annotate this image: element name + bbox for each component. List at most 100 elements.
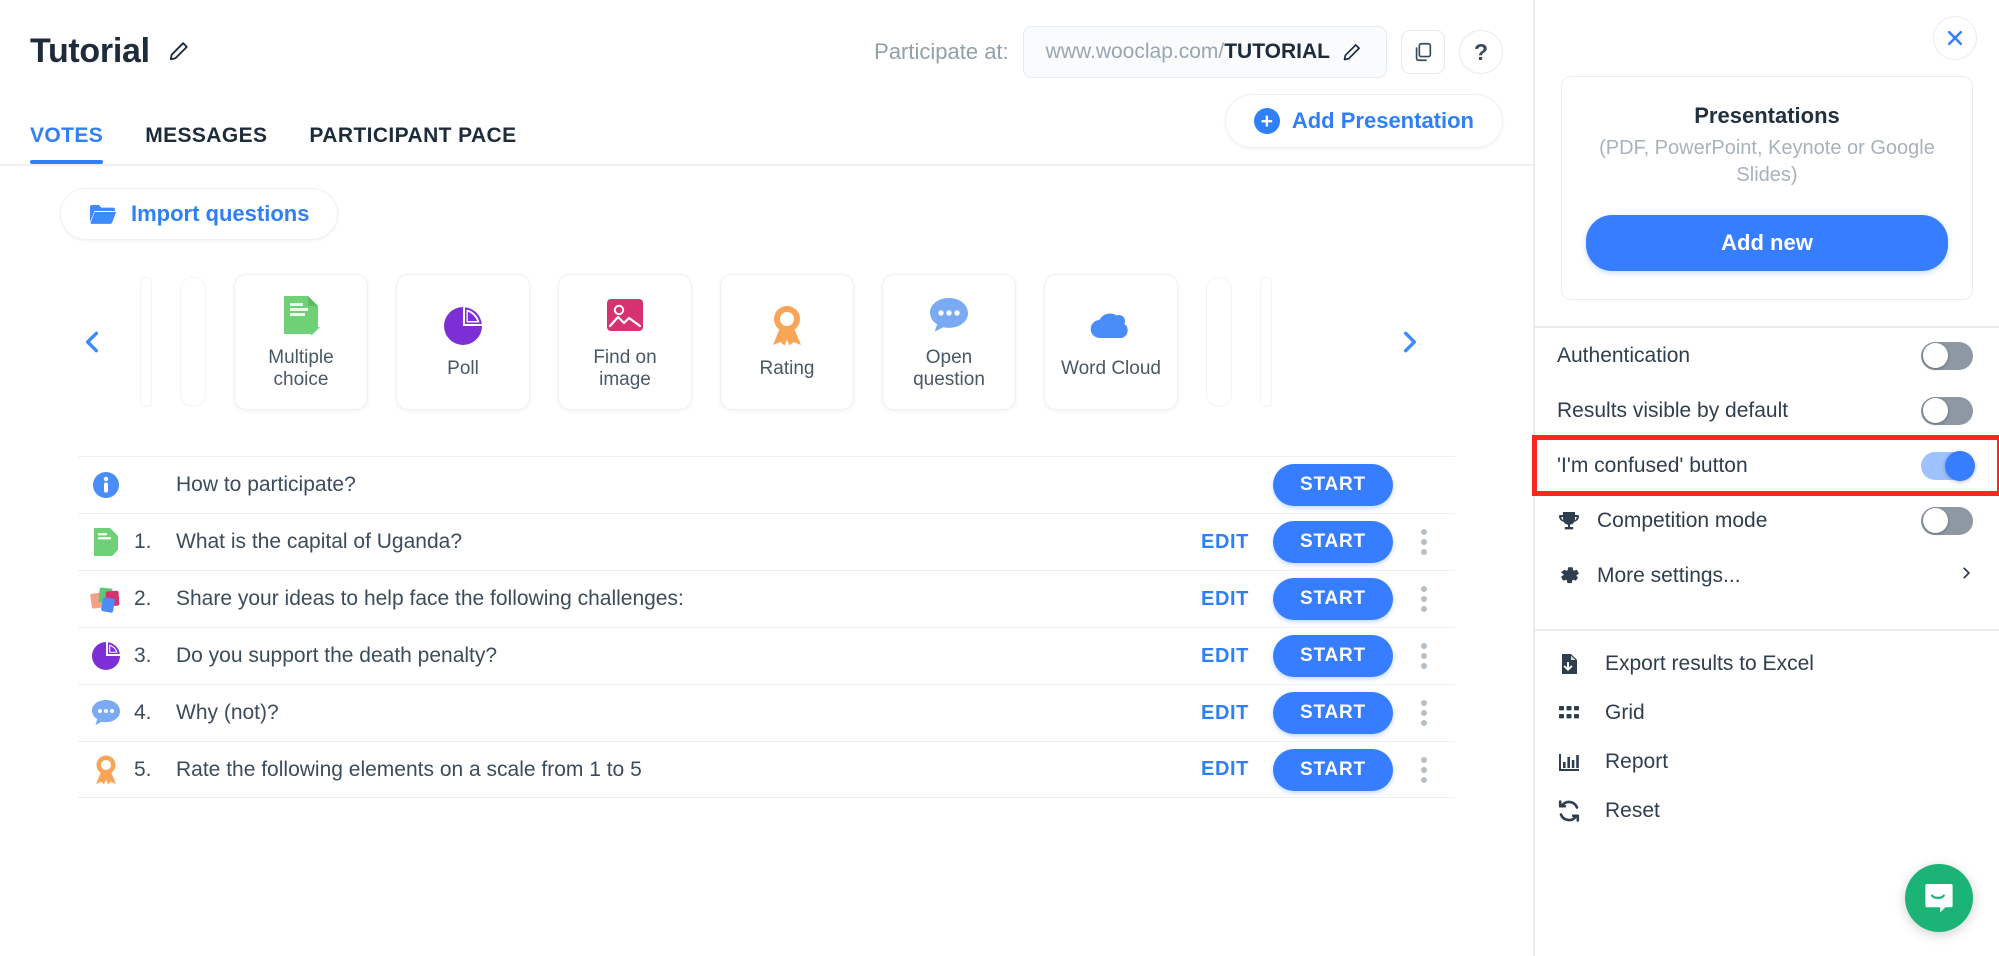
setting-row-more-settings[interactable]: More settings... xyxy=(1535,548,1999,603)
row-edit-link[interactable]: EDIT xyxy=(1177,702,1273,725)
question-type-label: Word Cloud xyxy=(1061,358,1161,380)
setting-row-authentication[interactable]: Authentication xyxy=(1535,328,1999,383)
right-settings-panel: Presentations (PDF, PowerPoint, Keynote … xyxy=(1532,0,1999,956)
multiple-choice-icon xyxy=(78,527,134,557)
question-type-label: Open question xyxy=(913,347,985,390)
add-presentation-button[interactable]: + Add Presentation xyxy=(1224,94,1503,148)
tab-participant-pace[interactable]: PARTICIPANT PACE xyxy=(309,124,516,164)
participate-url-box[interactable]: www.wooclap.com/TUTORIAL xyxy=(1022,26,1387,78)
main-panel: Tutorial Participate at: www.wooclap.com… xyxy=(0,0,1533,956)
carousel-next-button[interactable] xyxy=(1390,322,1430,362)
intercom-chat-button[interactable] xyxy=(1905,864,1973,932)
menu-item-grid[interactable]: Grid xyxy=(1535,688,1999,737)
question-type-label: Find on image xyxy=(593,347,657,390)
menu-item-report[interactable]: Report xyxy=(1535,737,1999,786)
add-new-presentation-button[interactable]: Add new xyxy=(1586,215,1948,271)
menu-item-reset[interactable]: Reset xyxy=(1535,786,1999,835)
row-edit-link[interactable]: EDIT xyxy=(1177,645,1273,668)
row-number: 2. xyxy=(134,587,152,610)
bar-chart-icon xyxy=(1557,750,1605,774)
carousel-ghost-card xyxy=(1206,277,1232,407)
row-menu-button[interactable] xyxy=(1393,700,1455,726)
grid-icon xyxy=(1557,701,1605,725)
setting-label: 'I'm confused' button xyxy=(1557,453,1748,477)
tab-messages[interactable]: MESSAGES xyxy=(145,124,267,164)
table-row[interactable]: 3. Do you support the death penalty? EDI… xyxy=(78,627,1455,684)
participate-label: Participate at: xyxy=(874,39,1009,64)
question-type-poll[interactable]: Poll xyxy=(396,274,530,410)
row-edit-link[interactable]: EDIT xyxy=(1177,531,1273,554)
edit-url-pencil-icon[interactable] xyxy=(1342,41,1364,63)
setting-row-competition-mode[interactable]: Competition mode xyxy=(1535,493,1999,548)
question-type-word-cloud[interactable]: Word Cloud xyxy=(1044,274,1178,410)
carousel-ghost-card xyxy=(1260,277,1272,407)
row-start-button[interactable]: START xyxy=(1273,464,1393,506)
tabs-row: VOTES MESSAGES PARTICIPANT PACE + Add Pr… xyxy=(0,78,1533,164)
participate-group: Participate at: www.wooclap.com/TUTORIAL xyxy=(874,26,1503,78)
setting-label: Results visible by default xyxy=(1557,398,1789,422)
table-row[interactable]: 1. What is the capital of Uganda? EDIT S… xyxy=(78,513,1455,570)
row-title: Rate the following elements on a scale f… xyxy=(176,757,642,781)
results-visible-toggle[interactable] xyxy=(1921,396,1973,425)
info-icon xyxy=(78,470,134,500)
row-menu-button[interactable] xyxy=(1393,529,1455,555)
participate-url: www.wooclap.com/TUTORIAL xyxy=(1046,40,1330,64)
folder-icon xyxy=(89,202,117,226)
row-number: 4. xyxy=(134,701,152,724)
row-title: What is the capital of Uganda? xyxy=(176,530,463,553)
intercom-chat-icon xyxy=(1925,884,1953,913)
menu-item-label: Export results to Excel xyxy=(1605,651,1814,675)
close-panel-button[interactable] xyxy=(1933,16,1977,60)
table-row[interactable]: 2. Share your ideas to help face the fol… xyxy=(78,570,1455,627)
row-menu-button[interactable] xyxy=(1393,586,1455,612)
top-bar: Tutorial Participate at: www.wooclap.com… xyxy=(0,0,1533,166)
setting-row-results-visible[interactable]: Results visible by default xyxy=(1535,383,1999,438)
presentations-subtitle: (PDF, PowerPoint, Keynote or Google Slid… xyxy=(1599,137,1935,186)
row-start-button[interactable]: START xyxy=(1273,748,1393,791)
table-row[interactable]: 5. Rate the following elements on a scal… xyxy=(78,741,1455,798)
row-title: Do you support the death penalty? xyxy=(176,644,498,667)
edit-title-pencil-icon[interactable] xyxy=(166,38,192,64)
content-area: Import questions Multiple choice Poll Fi… xyxy=(0,166,1533,798)
carousel-ghost-card xyxy=(140,277,152,407)
question-type-carousel: Multiple choice Poll Find on image Ratin… xyxy=(0,262,1533,422)
question-type-multiple-choice[interactable]: Multiple choice xyxy=(234,274,368,410)
question-type-open-question[interactable]: Open question xyxy=(882,274,1016,410)
row-start-button[interactable]: START xyxy=(1273,692,1393,734)
import-questions-button[interactable]: Import questions xyxy=(60,188,339,240)
row-edit-link[interactable]: EDIT xyxy=(1177,588,1273,611)
row-title: How to participate? xyxy=(176,473,356,496)
copy-link-button[interactable] xyxy=(1401,30,1445,74)
panel-menu: Export results to Excel Grid Report Rese… xyxy=(1535,631,1999,835)
question-type-rating[interactable]: Rating xyxy=(720,274,854,410)
word-cloud-icon xyxy=(1089,304,1133,348)
row-edit-link[interactable]: EDIT xyxy=(1177,758,1273,781)
table-row[interactable]: How to participate? START xyxy=(78,456,1455,513)
row-title: Why (not)? xyxy=(176,701,279,724)
row-start-button[interactable]: START xyxy=(1273,578,1393,620)
question-type-find-on-image[interactable]: Find on image xyxy=(558,274,692,410)
url-prefix: www.wooclap.com/ xyxy=(1045,40,1225,63)
row-number: 3. xyxy=(134,644,152,667)
question-list: How to participate? START 1. What is the… xyxy=(0,456,1533,798)
presentations-title: Presentations xyxy=(1694,103,1840,128)
row-menu-button[interactable] xyxy=(1393,643,1455,669)
question-type-label: Rating xyxy=(759,358,815,380)
table-row[interactable]: 4. Why (not)? EDIT START xyxy=(78,684,1455,741)
chevron-right-icon xyxy=(1959,563,1973,588)
setting-label: More settings... xyxy=(1597,563,1741,587)
trophy-icon xyxy=(1557,509,1597,533)
competition-mode-toggle[interactable] xyxy=(1921,506,1973,535)
help-button[interactable]: ? xyxy=(1459,30,1503,74)
row-number: 5. xyxy=(134,757,152,781)
row-menu-button[interactable] xyxy=(1393,756,1455,783)
carousel-ghost-card xyxy=(180,277,206,407)
im-confused-toggle[interactable] xyxy=(1921,450,1975,481)
menu-item-export-excel[interactable]: Export results to Excel xyxy=(1535,639,1999,688)
carousel-prev-button[interactable] xyxy=(72,322,112,362)
tab-votes[interactable]: VOTES xyxy=(30,124,104,164)
setting-row-im-confused[interactable]: 'I'm confused' button xyxy=(1532,435,1999,496)
row-start-button[interactable]: START xyxy=(1273,635,1393,677)
authentication-toggle[interactable] xyxy=(1921,341,1973,370)
row-start-button[interactable]: START xyxy=(1273,521,1393,563)
